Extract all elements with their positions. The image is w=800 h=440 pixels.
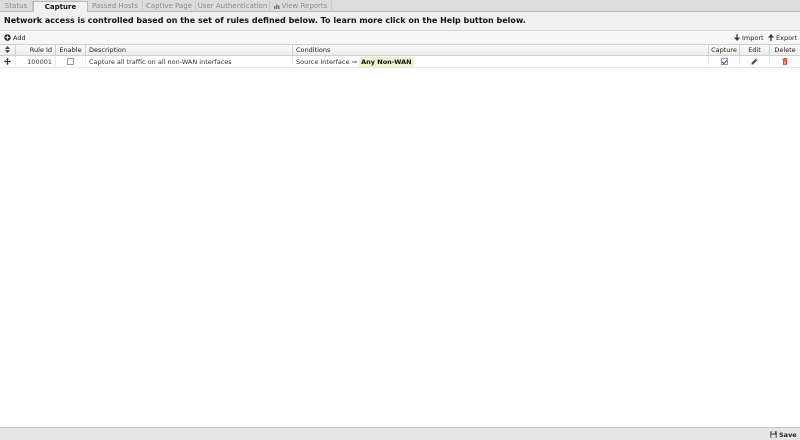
- tab-view-reports[interactable]: View Reports: [270, 1, 332, 12]
- description-cell: Capture all traffic on all non-WAN inter…: [86, 56, 293, 68]
- col-capture-header[interactable]: Capture: [709, 45, 740, 56]
- import-icon: [734, 34, 740, 41]
- col-edit-header[interactable]: Edit: [740, 45, 770, 56]
- toolbar: Add Import Export: [0, 31, 800, 44]
- col-delete-header[interactable]: Delete: [770, 45, 800, 56]
- edit-button[interactable]: [740, 56, 770, 68]
- delete-button[interactable]: [770, 56, 800, 68]
- condition-operator: ⇒: [351, 58, 358, 66]
- col-rule-id-header[interactable]: Rule Id: [16, 45, 56, 56]
- tab-user-authentication[interactable]: User Authentication: [196, 1, 270, 12]
- tab-passed-hosts[interactable]: Passed Hosts: [88, 1, 143, 12]
- col-description-header[interactable]: Description: [86, 45, 293, 56]
- add-icon: [4, 34, 11, 41]
- col-enable-header[interactable]: Enable: [56, 45, 86, 56]
- edit-icon: [751, 58, 758, 65]
- footer-bar: Save: [0, 427, 800, 440]
- info-bar: Network access is controlled based on th…: [0, 12, 800, 31]
- delete-icon: [782, 58, 788, 65]
- rule-id-cell: 100001: [16, 56, 56, 68]
- add-button[interactable]: Add: [4, 33, 26, 43]
- condition-value-chip: Any Non-WAN: [359, 57, 414, 67]
- tab-status[interactable]: Status: [0, 1, 33, 12]
- condition-name: Source Interface: [296, 58, 350, 66]
- tab-bar: Status Capture Rules Passed Hosts Captiv…: [0, 0, 800, 21]
- rules-table: Rule Id Enable Description Conditions Ca…: [0, 44, 800, 427]
- save-icon: [770, 431, 777, 438]
- tab-captive-page[interactable]: Captive Page: [143, 1, 196, 12]
- reports-icon: [273, 2, 280, 9]
- table-header: Rule Id Enable Description Conditions Ca…: [0, 45, 800, 56]
- enable-checkbox[interactable]: [56, 56, 86, 68]
- capture-checkbox[interactable]: [709, 56, 740, 68]
- import-button[interactable]: Import: [734, 33, 764, 43]
- conditions-cell: Source Interface ⇒ Any Non-WAN: [293, 56, 709, 68]
- sort-icon: [5, 46, 10, 53]
- drag-handle[interactable]: [0, 56, 16, 68]
- col-conditions-header[interactable]: Conditions: [293, 45, 709, 56]
- save-button[interactable]: Save: [770, 430, 797, 440]
- table-row: 100001 Capture all traffic on all non-WA…: [0, 56, 800, 68]
- info-text: Network access is controlled based on th…: [4, 16, 526, 25]
- export-button[interactable]: Export: [768, 33, 797, 43]
- col-drag-header[interactable]: [0, 45, 16, 56]
- export-icon: [768, 34, 774, 41]
- drag-handle-icon: [4, 58, 11, 65]
